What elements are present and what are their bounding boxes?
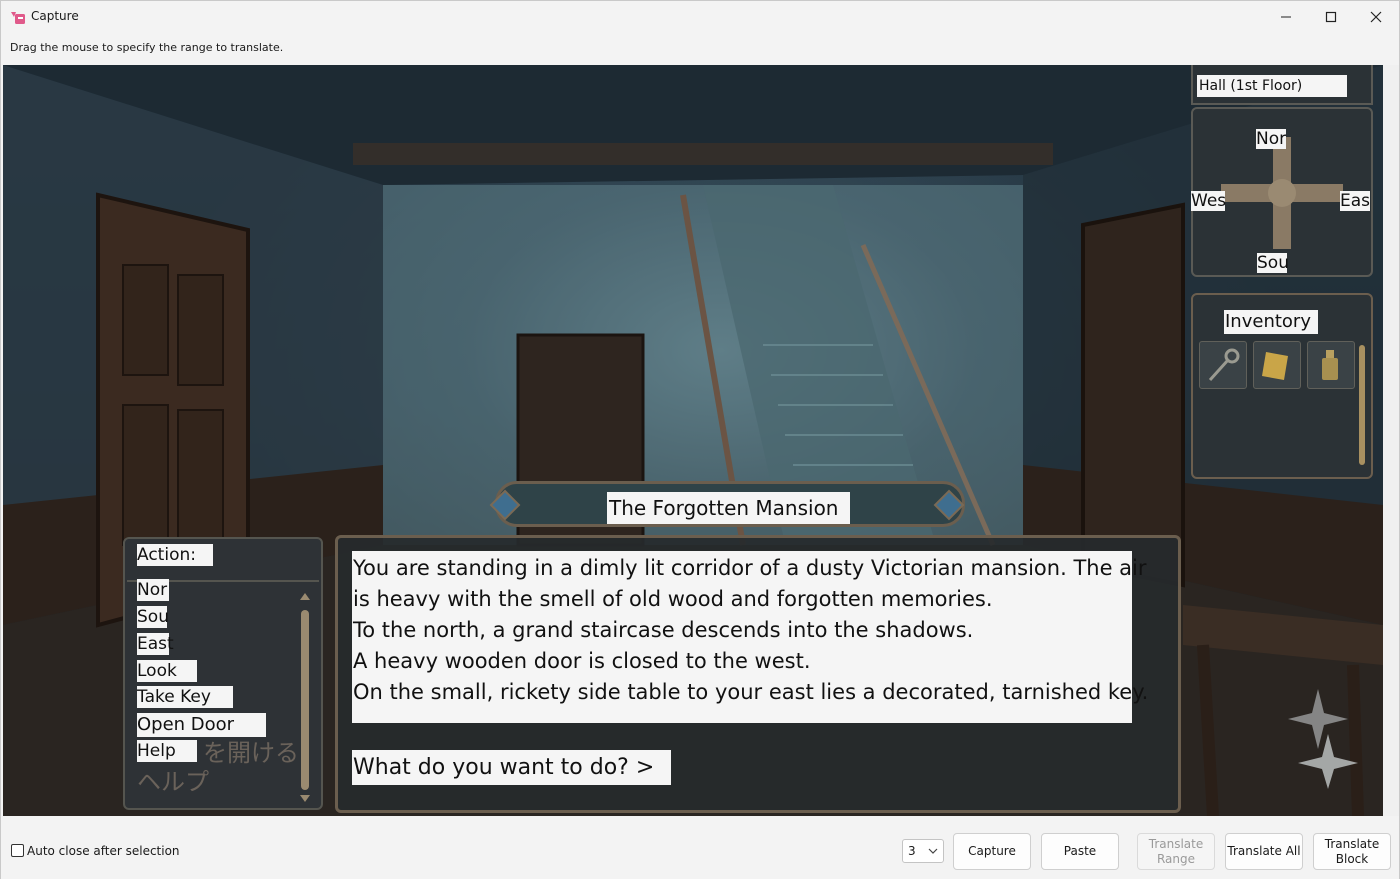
capture-window: Capture Drag the mouse to specify the ra… <box>0 0 1400 879</box>
minimize-icon <box>1281 16 1291 17</box>
compass-south[interactable]: Sou <box>1257 253 1289 273</box>
action-item-help[interactable]: Help <box>137 740 197 762</box>
inventory-slot-bottle[interactable] <box>1307 341 1355 389</box>
inventory-slot-key[interactable] <box>1199 341 1247 389</box>
right-edge-strip <box>1383 65 1399 816</box>
inventory-label: Inventory <box>1224 310 1318 334</box>
minimize-button[interactable] <box>1263 1 1309 32</box>
command-prompt[interactable]: What do you want to do? > <box>352 750 671 785</box>
close-icon <box>1370 11 1382 22</box>
story-text-block: You are standing in a dimly lit corridor… <box>352 551 1149 723</box>
capture-button[interactable]: Capture <box>953 833 1031 870</box>
action-item-north[interactable]: Nor <box>137 579 169 601</box>
story-line: is heavy with the smell of old wood and … <box>353 587 993 611</box>
range-select[interactable]: 3 <box>902 839 944 863</box>
paste-button[interactable]: Paste <box>1041 833 1119 870</box>
action-item-south[interactable]: Sou <box>137 606 169 628</box>
action-scrollbar[interactable] <box>298 587 312 802</box>
chevron-down-icon <box>300 795 310 802</box>
inventory-scrollbar[interactable] <box>1359 345 1365 465</box>
inventory-slot-note[interactable] <box>1253 341 1301 389</box>
chevron-up-icon <box>300 593 310 600</box>
game-title: The Forgotten Mansion <box>607 492 850 524</box>
key-icon <box>1208 348 1240 382</box>
story-line: A heavy wooden door is closed to the wes… <box>353 649 811 673</box>
capture-area[interactable]: Hall (1st Floor) Nor Wes Eas Sou Invento… <box>3 65 1383 816</box>
close-button[interactable] <box>1353 1 1399 32</box>
auto-close-checkbox[interactable] <box>11 844 24 857</box>
story-line: To the north, a grand staircase descends… <box>353 618 974 642</box>
jp-help-residue: ヘルプ <box>137 768 209 796</box>
window-title: Capture <box>31 9 79 23</box>
diamond-right-icon <box>933 489 965 521</box>
diamond-left-icon <box>489 489 521 521</box>
compass-north[interactable]: Nor <box>1256 129 1286 149</box>
chevron-down-icon <box>928 848 938 854</box>
action-item-take-key[interactable]: Take Key <box>137 686 233 708</box>
compass-east[interactable]: Eas <box>1340 191 1370 211</box>
maximize-icon <box>1325 11 1337 22</box>
note-icon <box>1262 352 1288 380</box>
action-item-look[interactable]: Look <box>137 660 197 682</box>
action-item-east[interactable]: East <box>137 633 174 655</box>
translate-range-button[interactable]: Translate Range <box>1137 833 1215 870</box>
translate-range-label: Translate Range <box>1148 836 1204 866</box>
title-bar[interactable]: Capture <box>1 1 1399 32</box>
jp-door-residue: を開ける <box>203 739 299 767</box>
story-line: On the small, rickety side table to your… <box>353 680 1149 704</box>
translate-block-label: Translate Block <box>1324 836 1380 866</box>
range-select-value: 3 <box>908 844 916 858</box>
action-label: Action: <box>137 544 213 566</box>
compass-west[interactable]: Wes <box>1191 191 1226 211</box>
auto-close-label[interactable]: Auto close after selection <box>27 844 180 858</box>
compass-cross-icon <box>1221 137 1343 249</box>
instruction-text: Drag the mouse to specify the range to t… <box>10 41 284 54</box>
location-label: Hall (1st Floor) <box>1197 75 1347 97</box>
maximize-button[interactable] <box>1308 1 1354 32</box>
bottle-icon <box>1322 350 1338 380</box>
action-scrollbar-thumb[interactable] <box>301 610 309 790</box>
app-icon <box>11 12 25 24</box>
story-line: You are standing in a dimly lit corridor… <box>353 556 1147 580</box>
translate-all-button[interactable]: Translate All <box>1225 833 1303 870</box>
sparkle-icon <box>1288 689 1358 789</box>
translate-block-button[interactable]: Translate Block <box>1313 833 1391 870</box>
